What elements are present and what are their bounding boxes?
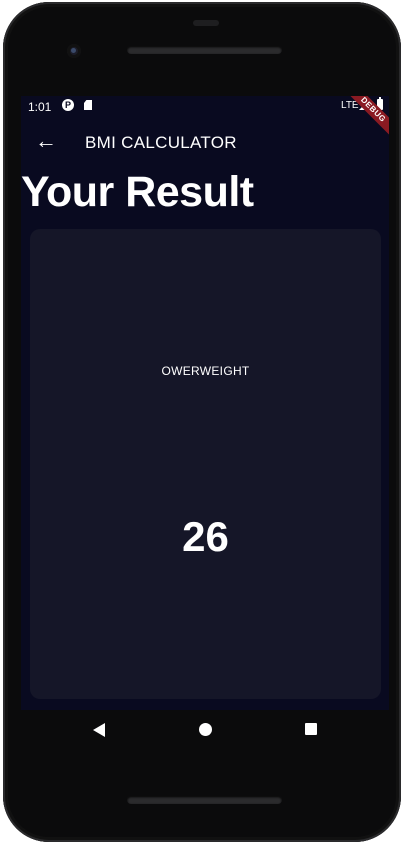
status-time: 1:01 — [28, 100, 52, 114]
bmi-value: 26 — [182, 513, 229, 560]
recents-square-icon[interactable] — [305, 723, 317, 735]
app-bar: ← BMI CALCULATOR — [21, 120, 389, 164]
app-bar-title: BMI CALCULATOR — [85, 133, 237, 152]
page-title: Your Result — [21, 168, 254, 216]
arrow-back-icon[interactable]: ← — [33, 128, 59, 154]
front-camera-icon — [67, 44, 81, 58]
phone-frame: 1:01 P LTE DEBUG ← BMI CALCULATOR Your R… — [3, 2, 401, 842]
earpiece-speaker — [127, 46, 282, 54]
status-bar: 1:01 P LTE — [21, 96, 389, 118]
home-circle-icon[interactable] — [199, 723, 212, 736]
result-status-label: OWERWEIGHT — [161, 364, 250, 378]
app-screen: 1:01 P LTE DEBUG ← BMI CALCULATOR Your R… — [21, 96, 389, 710]
sd-card-icon — [84, 100, 92, 110]
back-triangle-icon[interactable] — [93, 723, 105, 737]
android-nav-bar — [21, 710, 389, 750]
result-card: OWERWEIGHT 26 — [30, 229, 381, 699]
proximity-sensor — [193, 20, 219, 26]
bottom-speaker — [127, 796, 282, 804]
p-notification-icon: P — [62, 99, 74, 111]
